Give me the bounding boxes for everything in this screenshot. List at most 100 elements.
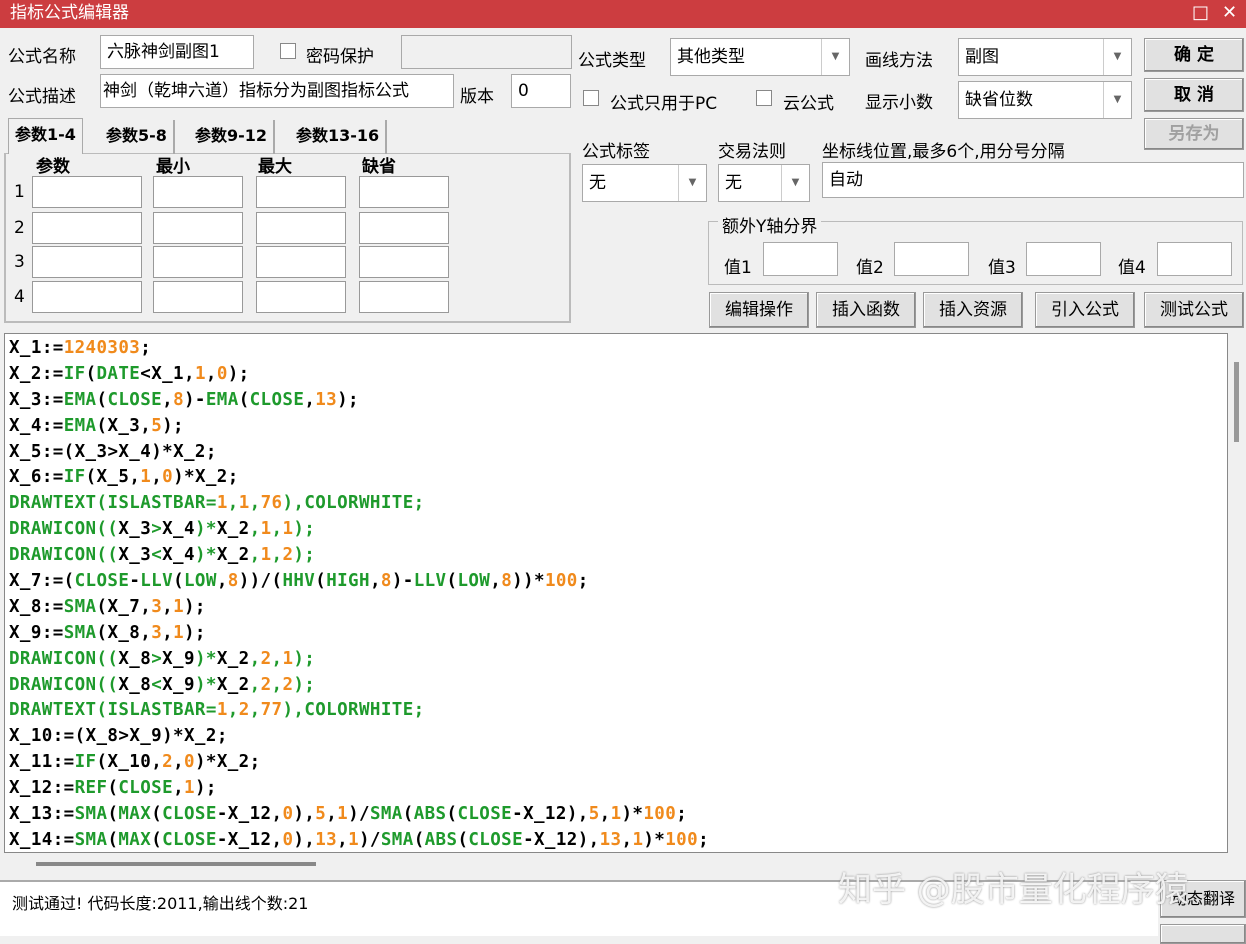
param-cell[interactable] — [153, 212, 243, 244]
param-cell[interactable] — [256, 212, 346, 244]
code-punct: , — [271, 545, 283, 566]
y3-input[interactable] — [1026, 242, 1101, 276]
code-punct: :=( — [41, 441, 75, 462]
type-select[interactable]: 其他类型 ▼ — [670, 38, 850, 76]
code-function: CLOSE — [162, 829, 217, 850]
param-cell[interactable] — [359, 246, 449, 278]
param-cell[interactable] — [153, 176, 243, 208]
y1-input[interactable] — [763, 242, 838, 276]
code-function: EMA — [205, 389, 239, 410]
cancel-button[interactable]: 取 消 — [1144, 78, 1244, 112]
code-punct: ; — [216, 726, 228, 747]
code-punct: > — [118, 726, 130, 747]
password-checkbox[interactable] — [280, 43, 296, 59]
code-punct: ( — [151, 804, 163, 825]
save-as-button[interactable]: 另存为 — [1144, 118, 1244, 150]
tab-params-1-4[interactable]: 参数1-4 — [8, 118, 83, 154]
code-punct: ); — [293, 648, 316, 669]
tab-params-13-16[interactable]: 参数13-16 — [290, 120, 388, 154]
maximize-icon[interactable]: □ — [1192, 0, 1209, 26]
code-variable: X_2 — [216, 519, 250, 540]
draw-select[interactable]: 副图 ▼ — [958, 38, 1132, 76]
code-variable: X_12 — [534, 829, 578, 850]
code-punct: := — [41, 596, 64, 617]
code-punct: ( — [96, 415, 108, 436]
code-punct: ; — [698, 829, 709, 850]
code-punct: ), — [282, 700, 305, 721]
param-cell[interactable] — [359, 212, 449, 244]
axis-input[interactable]: 自动 — [822, 162, 1244, 198]
horizontal-scroll-thumb[interactable] — [36, 862, 316, 866]
watermark: 知乎 @股市量化程序猿 — [838, 870, 1189, 910]
code-punct: , — [151, 467, 163, 488]
rule-label: 交易法则 — [718, 142, 786, 162]
param-cell[interactable] — [359, 176, 449, 208]
title-bar: 指标公式编辑器 — [0, 0, 1246, 28]
code-line: X_12:=REF(CLOSE,1); — [9, 776, 1223, 802]
code-function: HHV — [282, 571, 316, 592]
desc-input[interactable]: 神剑（乾坤六道）指标分为副图指标公式 — [100, 74, 454, 108]
version-label: 版本 — [460, 87, 494, 107]
insert-resource-button[interactable]: 插入资源 — [923, 292, 1023, 328]
code-punct: (( — [96, 519, 119, 540]
param-cell[interactable] — [32, 176, 142, 208]
code-variable: X_8 — [118, 648, 152, 669]
code-punct: ( — [96, 596, 108, 617]
code-variable: X_9 — [9, 622, 42, 643]
param-cell[interactable] — [32, 212, 142, 244]
param-cell[interactable] — [32, 246, 142, 278]
insert-function-button[interactable]: 插入函数 — [816, 292, 916, 328]
code-number: 1 — [140, 467, 152, 488]
rule-select[interactable]: 无 ▼ — [718, 164, 810, 202]
password-input[interactable] — [401, 35, 572, 69]
code-number: 1 — [173, 596, 184, 617]
code-function: CLOSE — [107, 389, 163, 410]
param-cell[interactable] — [153, 246, 243, 278]
param-cell[interactable] — [153, 281, 243, 313]
code-punct: := — [41, 622, 64, 643]
code-variable: X_9 — [162, 674, 195, 695]
code-function: SMA — [369, 804, 403, 825]
chevron-down-icon: ▼ — [821, 39, 849, 75]
param-row-number: 4 — [14, 287, 25, 307]
pc-only-label: 公式只用于PC — [610, 94, 718, 114]
y4-input[interactable] — [1157, 242, 1232, 276]
code-function: LOW — [457, 571, 491, 592]
ok-button[interactable]: 确 定 — [1144, 38, 1244, 72]
cloud-checkbox[interactable] — [756, 90, 772, 106]
code-number: 0 — [216, 363, 228, 384]
code-punct: - — [129, 571, 141, 592]
edit-ops-button[interactable]: 编辑操作 — [709, 292, 809, 328]
code-variable: X_5 — [9, 441, 42, 462]
code-variable: X_3 — [74, 441, 108, 462]
param-cell[interactable] — [359, 281, 449, 313]
code-number: 13 — [315, 829, 338, 850]
param-cell[interactable] — [256, 281, 346, 313]
code-variable: X_1 — [151, 363, 184, 384]
pc-only-checkbox[interactable] — [583, 90, 599, 106]
tag-select[interactable]: 无 ▼ — [582, 164, 707, 202]
desc-label: 公式描述 — [8, 87, 76, 107]
close-icon[interactable]: ✕ — [1222, 0, 1237, 26]
code-punct: ; — [205, 441, 217, 462]
name-input[interactable]: 六脉神剑副图1 — [100, 35, 254, 69]
code-punct: ( — [96, 493, 108, 514]
test-formula-button[interactable]: 测试公式 — [1144, 292, 1244, 328]
extra-button[interactable] — [1160, 924, 1246, 944]
decimals-select[interactable]: 缺省位数 ▼ — [958, 81, 1132, 119]
import-formula-button[interactable]: 引入公式 — [1035, 292, 1135, 328]
param-cell[interactable] — [32, 281, 142, 313]
param-cell[interactable] — [256, 176, 346, 208]
version-input[interactable]: 0 — [511, 74, 571, 108]
code-punct: , — [162, 389, 174, 410]
code-punct: )* — [643, 829, 666, 850]
param-cell[interactable] — [256, 246, 346, 278]
code-editor[interactable]: X_1:=1240303; X_2:=IF(DATE<X_1,1,0); X_3:=… — [4, 333, 1228, 853]
code-punct: (( — [96, 648, 119, 669]
tab-params-9-12[interactable]: 参数9-12 — [189, 120, 276, 154]
code-number: 2 — [282, 674, 294, 695]
vertical-scroll-thumb[interactable] — [1234, 362, 1239, 442]
tab-params-5-8[interactable]: 参数5-8 — [100, 120, 175, 154]
y2-input[interactable] — [894, 242, 969, 276]
code-number: 1240303 — [63, 338, 141, 358]
